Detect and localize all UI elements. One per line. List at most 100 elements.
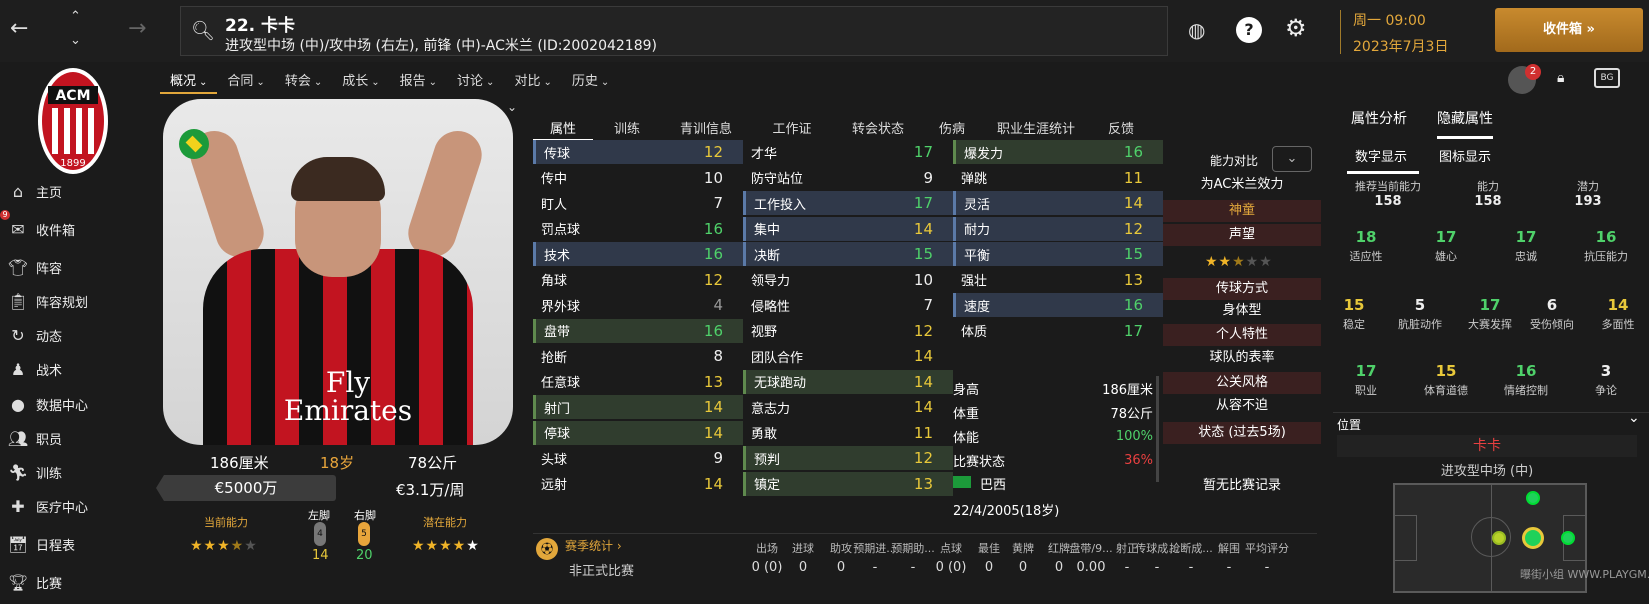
technical-attr[interactable]: 盘带 16 [533,318,743,343]
position-dot[interactable] [1492,531,1506,545]
mental-attr[interactable]: 勇敢 11 [743,421,953,445]
gear-icon[interactable]: ⚙ [1285,14,1307,42]
technical-attr[interactable]: 停球 14 [533,420,743,445]
tab-4[interactable]: 转会状态 [833,110,923,142]
technical-attr[interactable]: 角球 12 [533,268,743,292]
sidebar-item[interactable]: 👕︎ 阵容 [0,252,150,282]
sidebar-item[interactable]: 🏆︎ 比赛 [0,567,150,597]
technical-attr[interactable]: 技术 16 [533,242,743,266]
mental-attr-name: 防守站位 [751,172,804,187]
date-time: 周一 09:00 [1353,13,1426,29]
menu-item[interactable]: 概况 ⌄ [160,62,218,94]
info-label: 身高 [953,382,980,398]
sidebar-item[interactable]: ♟︎ 战术 [0,354,150,384]
technical-attr[interactable]: 远射 14 [533,472,743,496]
tab-1[interactable]: 训练 [593,110,661,142]
tab-0[interactable]: 属性 [533,110,593,142]
menu-item[interactable]: 转会 ⌄ [275,62,332,94]
sidebar-item[interactable]: 👥︎ 职员 [0,423,150,453]
sidebar-item[interactable]: ↻︎ 动态 [0,320,150,350]
physical-attr[interactable]: 体质 17 [953,319,1163,343]
physical-attr[interactable]: 耐力 12 [953,216,1163,241]
tab-3[interactable]: 工作证 [751,110,833,142]
position-label: 位置 [1337,418,1362,432]
position-collapse-icon[interactable]: ⌄ [1628,410,1640,426]
mental-attr[interactable]: 意志力 14 [743,395,953,419]
tab-number-display[interactable]: 数字显示 [1347,146,1419,174]
position-dot[interactable] [1526,491,1540,505]
player-search-bar[interactable]: 🔍︎ 22. 卡卡 进攻型中场 (中)/攻中场 (右左), 前锋 (中)-AC米… [180,6,1168,56]
hidden-stat-value: 16 [1515,362,1537,380]
mental-attr[interactable]: 决断 15 [743,242,953,266]
info-row: 比赛状态 36% [953,448,1153,472]
physical-attr[interactable]: 灵活 14 [953,191,1163,215]
technical-attr[interactable]: 传球 12 [533,140,743,164]
mental-attr[interactable]: 侵略性 7 [743,293,953,317]
menu-item[interactable]: 对比 ⌄ [504,62,561,94]
tab-attribute-analysis[interactable]: 属性分析 [1351,108,1407,128]
tab-5[interactable]: 伤病 [923,110,981,142]
sidebar-item[interactable]: ✉︎ 收件箱 [0,214,150,244]
physical-attr[interactable]: 平衡 15 [953,242,1163,266]
photo-dropdown-chevron-icon[interactable]: ⌄ [507,100,517,114]
technical-attr[interactable]: 射门 14 [533,395,743,419]
nationality: 巴西 [980,478,1007,493]
mental-attr[interactable]: 无球跑动 14 [743,369,953,394]
mental-attr[interactable]: 防守站位 9 [743,166,953,190]
right-foot-value: 20 [356,548,373,563]
technical-attr[interactable]: 罚点球 16 [533,217,743,241]
technical-attr[interactable]: 传中 10 [533,166,743,190]
info-scrollbar[interactable] [1156,376,1159,482]
mental-attr[interactable]: 才华 17 [743,140,953,164]
mental-attr[interactable]: 预判 12 [743,446,953,470]
physical-attr[interactable]: 速度 16 [953,293,1163,317]
globe-icon[interactable]: ◍ [1188,18,1205,42]
sidebar-item[interactable]: 🏃︎ 训练 [0,457,150,487]
technical-attr[interactable]: 抢断 8 [533,344,743,368]
mental-attr[interactable]: 镇定 13 [743,471,953,496]
mental-attr[interactable]: 领导力 10 [743,268,953,292]
sidebar-item[interactable]: 📋︎ 阵容规划 [0,286,150,316]
technical-attr[interactable]: 界外球 4 [533,293,743,317]
mental-attr[interactable]: 工作投入 17 [743,191,953,215]
sidebar-item[interactable]: ✚︎ 医疗中心 [0,491,150,521]
physical-attr[interactable]: 爆发力 16 [953,140,1163,164]
tab-6[interactable]: 职业生涯统计 [981,110,1091,142]
mental-attr[interactable]: 团队合作 14 [743,344,953,368]
mental-attr[interactable]: 集中 14 [743,216,953,241]
season-stats-title[interactable]: 赛季统计 › [565,537,622,554]
technical-attr[interactable]: 任意球 13 [533,370,743,394]
technical-attr[interactable]: 盯人 7 [533,191,743,215]
physical-attr[interactable]: 强壮 13 [953,268,1163,292]
mental-attr[interactable]: 视野 12 [743,319,953,343]
menu-item[interactable]: 成长 ⌄ [332,62,389,94]
sidebar-item[interactable]: ⌂︎ 主页 [0,176,150,206]
physical-attr-name: 耐力 [964,223,991,238]
tab-2[interactable]: 青训信息 [661,110,751,142]
position-dot[interactable] [1561,531,1575,545]
tab-icon-display[interactable]: 图标显示 [1439,146,1491,165]
tab-7[interactable]: 反馈 [1091,110,1151,142]
lock-icon[interactable]: 🔒︎ [1557,70,1564,86]
sidebar-item[interactable]: ●︎ 数据中心 [0,389,150,419]
physical-attr[interactable]: 弹跳 11 [953,166,1163,190]
back-arrow-icon[interactable]: ← [10,18,28,40]
chevron-down-icon[interactable]: ⌄ [70,34,81,47]
tab-hidden-attributes[interactable]: 隐藏属性 [1437,108,1493,139]
game-date[interactable]: 周一 09:00 2023年7月3日 [1340,10,1474,55]
menu-item[interactable]: 合同 ⌄ [217,62,274,94]
compare-dropdown[interactable]: ⌄ [1272,146,1312,172]
compare-icon[interactable]: BG [1594,68,1620,88]
position-dot-main[interactable] [1522,527,1544,549]
physical-attr-value: 11 [1123,168,1143,187]
technical-attr[interactable]: 头球 9 [533,446,743,470]
menu-item[interactable]: 讨论 ⌄ [447,62,504,94]
help-icon[interactable]: ? [1236,17,1262,43]
inbox-continue-button[interactable]: 收件箱 » [1495,8,1643,52]
club-logo[interactable]: ACM 1899 [36,66,110,176]
menu-item[interactable]: 报告 ⌄ [390,62,447,94]
sidebar-item[interactable]: 📅︎ 日程表 [0,529,150,559]
chevron-up-icon[interactable]: ⌃ [70,10,81,23]
forward-arrow-icon[interactable]: → [128,18,146,40]
menu-item[interactable]: 历史 ⌄ [562,62,619,94]
